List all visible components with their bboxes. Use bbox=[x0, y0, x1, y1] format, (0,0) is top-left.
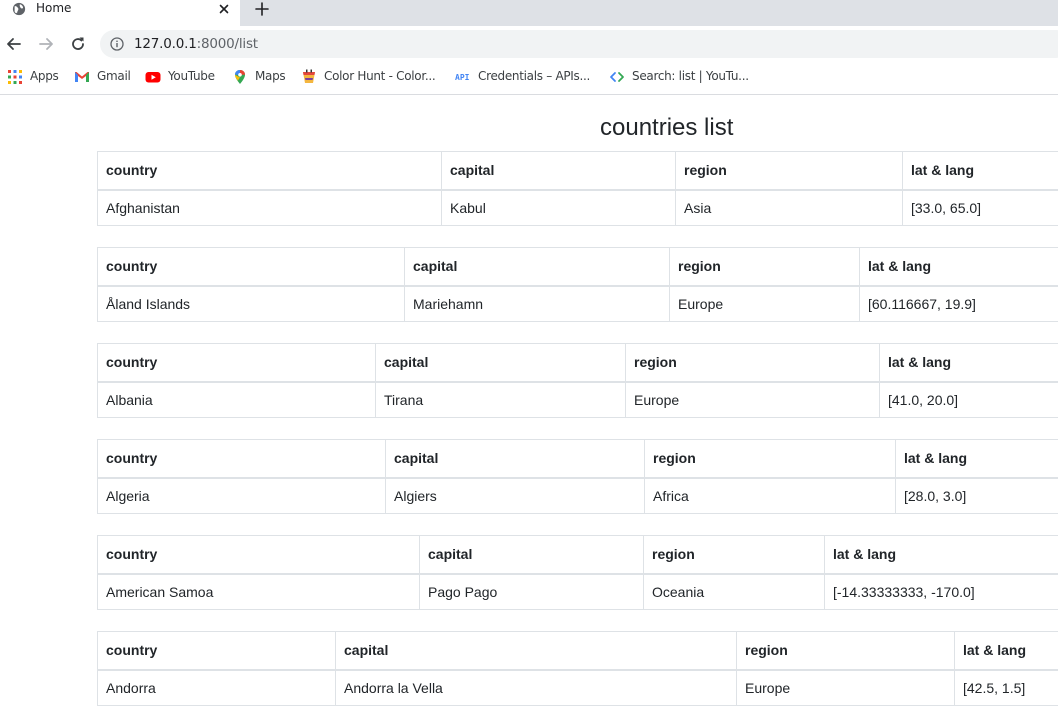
cell-capital: Algiers bbox=[385, 477, 645, 514]
table-header-row: country capital region lat & lang bbox=[97, 343, 1058, 383]
color-hunt-icon bbox=[303, 69, 315, 83]
table-header-row: country capital region lat & lang bbox=[97, 247, 1058, 287]
header-region: region bbox=[675, 151, 903, 191]
bookmark-label: Credentials – APIs... bbox=[478, 69, 591, 83]
youtube-icon bbox=[145, 72, 161, 83]
country-table: country capital region lat & lang Albani… bbox=[97, 343, 1058, 418]
header-capital: capital bbox=[335, 631, 737, 671]
back-arrow-icon[interactable] bbox=[5, 35, 23, 53]
table-row: American Samoa Pago Pago Oceania [-14.33… bbox=[97, 573, 1058, 610]
cell-latlng: [28.0, 3.0] bbox=[895, 477, 1058, 514]
cell-latlng: [41.0, 20.0] bbox=[879, 381, 1058, 418]
cell-country: Andorra bbox=[97, 669, 336, 706]
cell-region: Asia bbox=[675, 189, 903, 226]
header-latlng: lat & lang bbox=[824, 535, 1058, 575]
tab-strip: Home bbox=[0, 0, 1058, 26]
maps-icon bbox=[235, 70, 245, 84]
bookmark-label: Gmail bbox=[97, 69, 131, 83]
search-code-icon bbox=[610, 72, 624, 82]
cell-country: Albania bbox=[97, 381, 376, 418]
url-path: :8000/list bbox=[196, 36, 258, 52]
forward-arrow-icon[interactable] bbox=[37, 35, 55, 53]
bookmark-label: Maps bbox=[255, 69, 286, 83]
address-bar[interactable]: 127.0.0.1:8000/list bbox=[100, 30, 1058, 58]
cell-capital: Pago Pago bbox=[419, 573, 644, 610]
cell-capital: Tirana bbox=[375, 381, 626, 418]
header-region: region bbox=[669, 247, 860, 287]
table-header-row: country capital region lat & lang bbox=[97, 439, 1058, 479]
cell-latlng: [-14.33333333, -170.0] bbox=[824, 573, 1058, 610]
header-region: region bbox=[625, 343, 880, 383]
cell-country: Algeria bbox=[97, 477, 386, 514]
new-tab-plus-icon[interactable] bbox=[253, 0, 271, 18]
header-country: country bbox=[97, 631, 336, 671]
bookmark-label: Search: list | YouTu... bbox=[632, 69, 749, 83]
country-table: country capital region lat & lang Algeri… bbox=[97, 439, 1058, 514]
header-country: country bbox=[97, 439, 386, 479]
svg-text:API: API bbox=[455, 73, 470, 82]
info-icon[interactable] bbox=[110, 37, 124, 51]
url-host: 127.0.0.1 bbox=[134, 36, 197, 52]
header-country: country bbox=[97, 343, 376, 383]
header-country: country bbox=[97, 151, 442, 191]
table-row: Andorra Andorra la Vella Europe [42.5, 1… bbox=[97, 669, 1058, 706]
close-icon[interactable] bbox=[216, 1, 232, 17]
cell-region: Oceania bbox=[643, 573, 825, 610]
tab-title: Home bbox=[36, 1, 72, 15]
cell-latlng: [33.0, 65.0] bbox=[902, 189, 1058, 226]
bookmarks-bar: Apps Gmail YouTube Maps Color Hunt - Col… bbox=[0, 62, 1058, 95]
reload-icon[interactable] bbox=[69, 35, 87, 53]
country-table: country capital region lat & lang Andorr… bbox=[97, 631, 1058, 706]
header-capital: capital bbox=[385, 439, 645, 479]
page-content: countries list country capital region la… bbox=[0, 95, 1058, 712]
cell-country: American Samoa bbox=[97, 573, 420, 610]
header-latlng: lat & lang bbox=[859, 247, 1058, 287]
header-region: region bbox=[644, 439, 896, 479]
cell-region: Europe bbox=[625, 381, 880, 418]
header-region: region bbox=[736, 631, 955, 671]
cell-capital: Andorra la Vella bbox=[335, 669, 737, 706]
header-latlng: lat & lang bbox=[895, 439, 1058, 479]
country-table: country capital region lat & lang Afghan… bbox=[97, 151, 1058, 226]
header-latlng: lat & lang bbox=[902, 151, 1058, 191]
cell-latlng: [60.116667, 19.9] bbox=[859, 285, 1058, 322]
page-title: countries list bbox=[600, 114, 734, 141]
api-icon: API bbox=[455, 73, 470, 82]
bookmark-label: Apps bbox=[30, 69, 59, 83]
cell-capital: Mariehamn bbox=[404, 285, 670, 322]
country-table: country capital region lat & lang Åland … bbox=[97, 247, 1058, 322]
header-capital: capital bbox=[441, 151, 676, 191]
header-country: country bbox=[97, 535, 420, 575]
table-header-row: country capital region lat & lang bbox=[97, 151, 1058, 191]
header-capital: capital bbox=[404, 247, 670, 287]
header-capital: capital bbox=[375, 343, 626, 383]
cell-country: Åland Islands bbox=[97, 285, 405, 322]
apps-grid-icon bbox=[8, 70, 22, 84]
cell-region: Europe bbox=[669, 285, 860, 322]
cell-region: Africa bbox=[644, 477, 896, 514]
header-latlng: lat & lang bbox=[879, 343, 1058, 383]
table-header-row: country capital region lat & lang bbox=[97, 535, 1058, 575]
table-header-row: country capital region lat & lang bbox=[97, 631, 1058, 671]
tab-home[interactable]: Home bbox=[0, 0, 240, 26]
cell-country: Afghanistan bbox=[97, 189, 442, 226]
bookmark-label: Color Hunt - Color... bbox=[324, 69, 436, 83]
globe-icon bbox=[12, 2, 26, 16]
header-country: country bbox=[97, 247, 405, 287]
cell-region: Europe bbox=[736, 669, 955, 706]
header-latlng: lat & lang bbox=[954, 631, 1058, 671]
bookmark-label: YouTube bbox=[168, 69, 215, 83]
table-row: Åland Islands Mariehamn Europe [60.11666… bbox=[97, 285, 1058, 322]
browser-toolbar: 127.0.0.1:8000/list bbox=[0, 26, 1058, 62]
url-text[interactable]: 127.0.0.1:8000/list bbox=[134, 36, 258, 52]
country-table: country capital region lat & lang Americ… bbox=[97, 535, 1058, 610]
header-region: region bbox=[643, 535, 825, 575]
table-row: Algeria Algiers Africa [28.0, 3.0] bbox=[97, 477, 1058, 514]
cell-latlng: [42.5, 1.5] bbox=[954, 669, 1058, 706]
header-capital: capital bbox=[419, 535, 644, 575]
gmail-icon bbox=[75, 72, 89, 82]
cell-capital: Kabul bbox=[441, 189, 676, 226]
table-row: Albania Tirana Europe [41.0, 20.0] bbox=[97, 381, 1058, 418]
table-row: Afghanistan Kabul Asia [33.0, 65.0] bbox=[97, 189, 1058, 226]
